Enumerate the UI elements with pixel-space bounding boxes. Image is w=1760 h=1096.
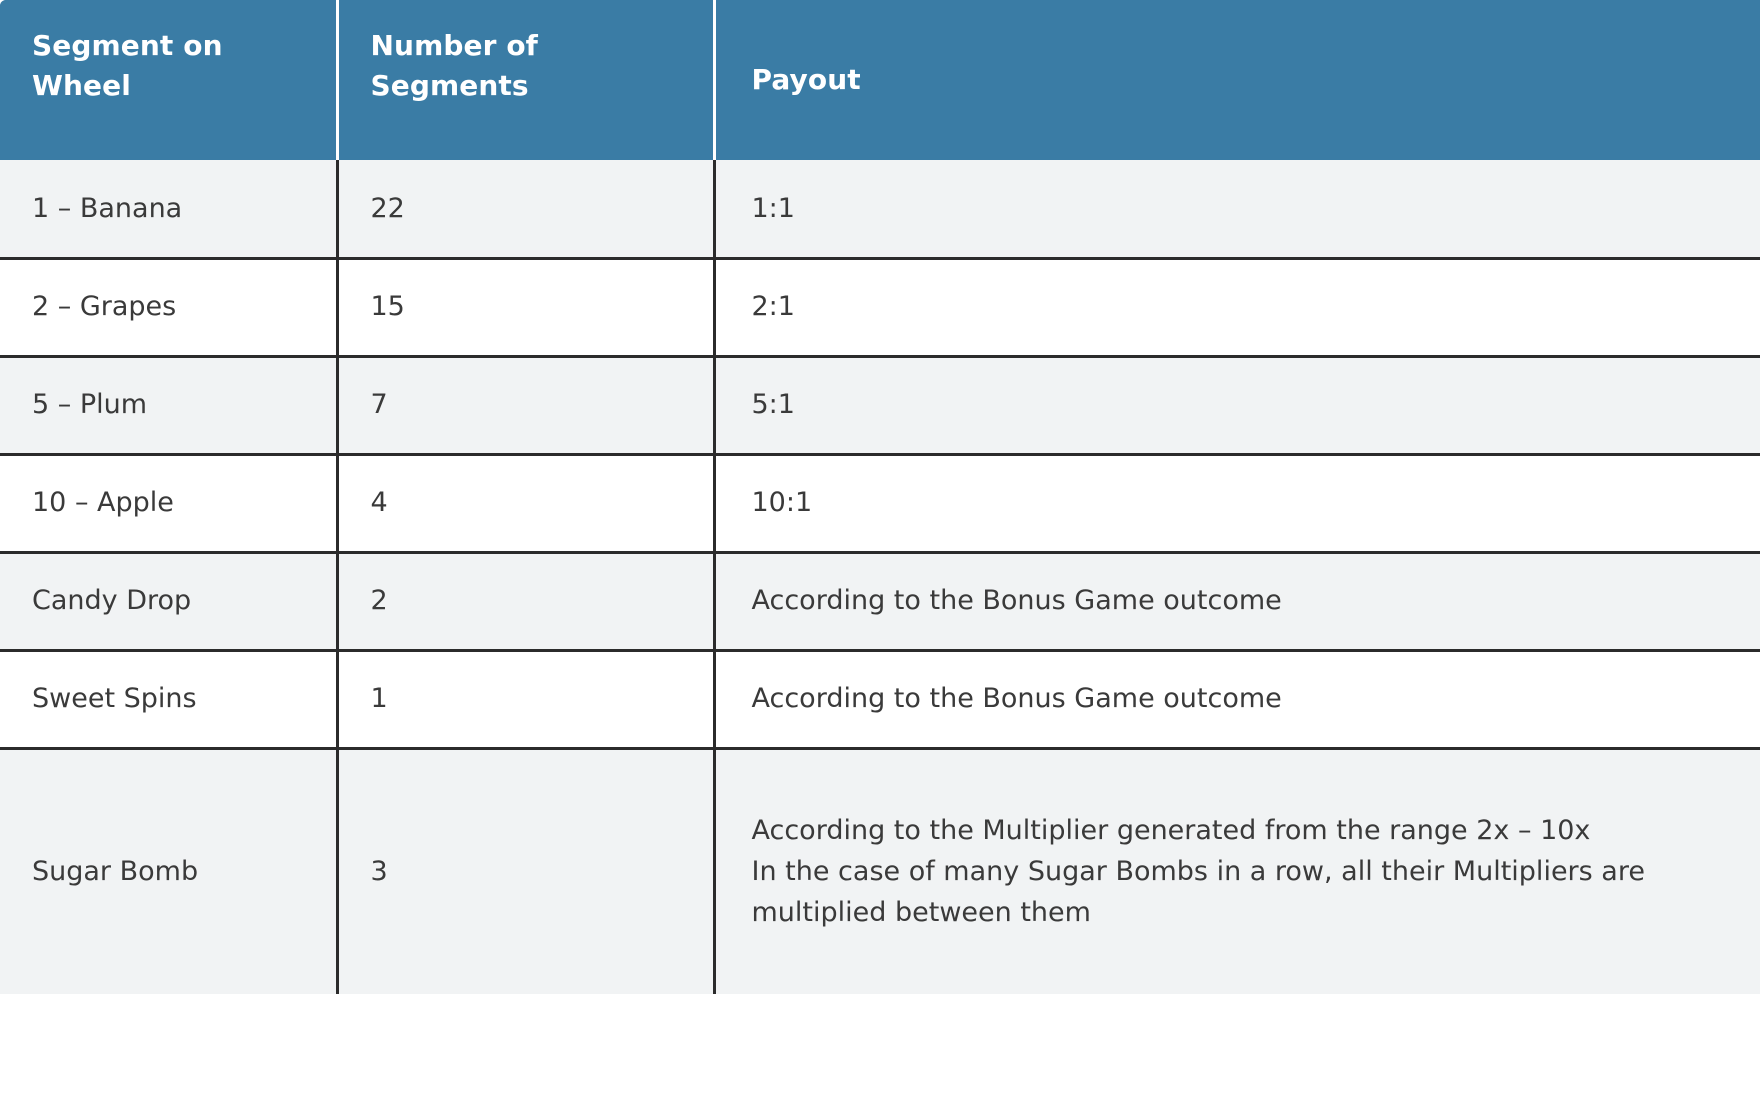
table-body: 1 – Banana 22 1:1 2 – Grapes 15 2:1 5 – Plum 7 5… xyxy=(0,160,1760,994)
payout-line: 5:1 xyxy=(751,389,795,421)
cell-number-of-segments: 7 xyxy=(337,354,716,454)
cell-segment-on-wheel: 2 – Grapes xyxy=(0,256,339,356)
payout-line: 2:1 xyxy=(751,291,795,323)
column-header-number-of-segments: Number of Segments xyxy=(337,0,716,160)
cell-payout: According to the Bonus Game outcome xyxy=(714,550,1760,650)
table-row: Sugar Bomb 3 According to the Multiplier g… xyxy=(0,746,1760,994)
payout-line: In the case of many Sugar Bombs in a row… xyxy=(751,856,1645,929)
cell-number-of-segments: 4 xyxy=(337,452,716,552)
cell-segment-on-wheel: Sugar Bomb xyxy=(0,746,339,994)
wheel-payout-table: Segment on Wheel Number of Segments Payo… xyxy=(0,0,1760,994)
payout-line: 1:1 xyxy=(751,192,795,224)
cell-number-of-segments: 15 xyxy=(337,256,716,356)
table-header: Segment on Wheel Number of Segments Payo… xyxy=(0,0,1760,160)
cell-payout: 1:1 xyxy=(714,160,1760,258)
cell-payout: 2:1 xyxy=(714,256,1760,356)
cell-number-of-segments: 1 xyxy=(337,648,716,748)
payout-line: According to the Bonus Game outcome xyxy=(751,585,1282,617)
cell-segment-on-wheel: 1 – Banana xyxy=(0,160,339,258)
cell-payout: 10:1 xyxy=(714,452,1760,552)
cell-segment-on-wheel: Sweet Spins xyxy=(0,648,339,748)
cell-number-of-segments: 3 xyxy=(337,746,716,994)
header-row: Segment on Wheel Number of Segments Payo… xyxy=(0,0,1760,160)
table-row: Candy Drop 2 According to the Bonus Game o… xyxy=(0,550,1760,650)
cell-payout: 5:1 xyxy=(714,354,1760,454)
cell-segment-on-wheel: 10 – Apple xyxy=(0,452,339,552)
cell-number-of-segments: 22 xyxy=(337,160,716,258)
cell-payout: According to the Multiplier generated fr… xyxy=(714,746,1760,994)
cell-payout: According to the Bonus Game outcome xyxy=(714,648,1760,748)
table-row: 10 – Apple 4 10:1 xyxy=(0,452,1760,552)
column-header-payout: Payout xyxy=(714,0,1760,160)
cell-segment-on-wheel: Candy Drop xyxy=(0,550,339,650)
payout-table-container: Segment on Wheel Number of Segments Payo… xyxy=(0,0,1760,1096)
payout-line: 10:1 xyxy=(751,487,813,519)
column-header-segment-on-wheel: Segment on Wheel xyxy=(0,0,339,160)
table-row: Sweet Spins 1 According to the Bonus Game … xyxy=(0,648,1760,748)
table-row: 2 – Grapes 15 2:1 xyxy=(0,256,1760,356)
payout-line: According to the Multiplier generated fr… xyxy=(751,815,1591,847)
table-row: 5 – Plum 7 5:1 xyxy=(0,354,1760,454)
cell-segment-on-wheel: 5 – Plum xyxy=(0,354,339,454)
payout-line: According to the Bonus Game outcome xyxy=(751,683,1282,715)
cell-number-of-segments: 2 xyxy=(337,550,716,650)
table-row: 1 – Banana 22 1:1 xyxy=(0,160,1760,258)
